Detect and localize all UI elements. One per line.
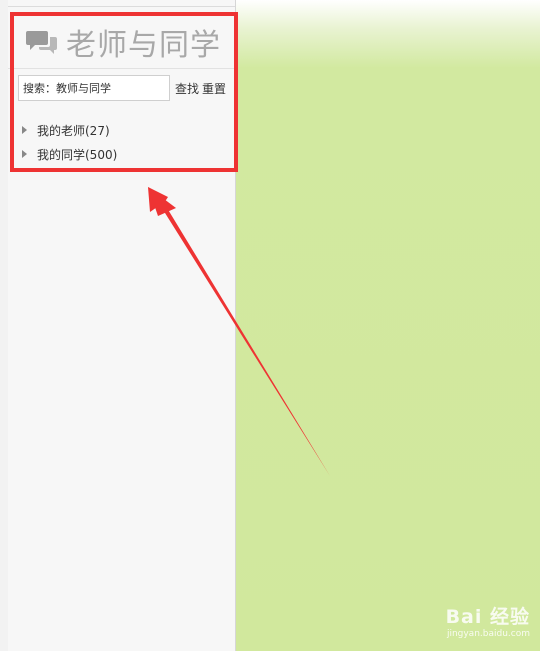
search-input[interactable]	[18, 75, 170, 101]
page-title: 老师与同学	[66, 28, 221, 63]
sidebar: 老师与同学 查找 重置 我的老师(27) 我的同学(500)	[8, 0, 236, 651]
sidebar-top-divider	[8, 6, 235, 7]
tree-item-label: 我的老师(27)	[37, 123, 110, 138]
expand-triangle-icon[interactable]	[22, 126, 27, 134]
find-button[interactable]: 查找	[175, 80, 199, 97]
expand-triangle-icon[interactable]	[22, 150, 27, 158]
tree-item-classmates[interactable]: 我的同学(500)	[22, 142, 117, 166]
watermark-url: jingyan.baidu.com	[446, 629, 530, 639]
reset-button[interactable]: 重置	[202, 80, 226, 97]
tree-item-label: 我的同学(500)	[37, 147, 118, 162]
watermark-logo: Bai 经验	[445, 606, 530, 628]
watermark: Bai 经验 jingyan.baidu.com	[446, 602, 530, 639]
contact-tree: 我的老师(27) 我的同学(500)	[22, 118, 117, 166]
sidebar-header: 老师与同学	[8, 16, 235, 69]
chat-bubbles-icon	[26, 31, 57, 54]
main-content-area	[236, 0, 540, 651]
tree-item-teachers[interactable]: 我的老师(27)	[22, 118, 117, 142]
search-bar: 查找 重置	[18, 75, 226, 101]
